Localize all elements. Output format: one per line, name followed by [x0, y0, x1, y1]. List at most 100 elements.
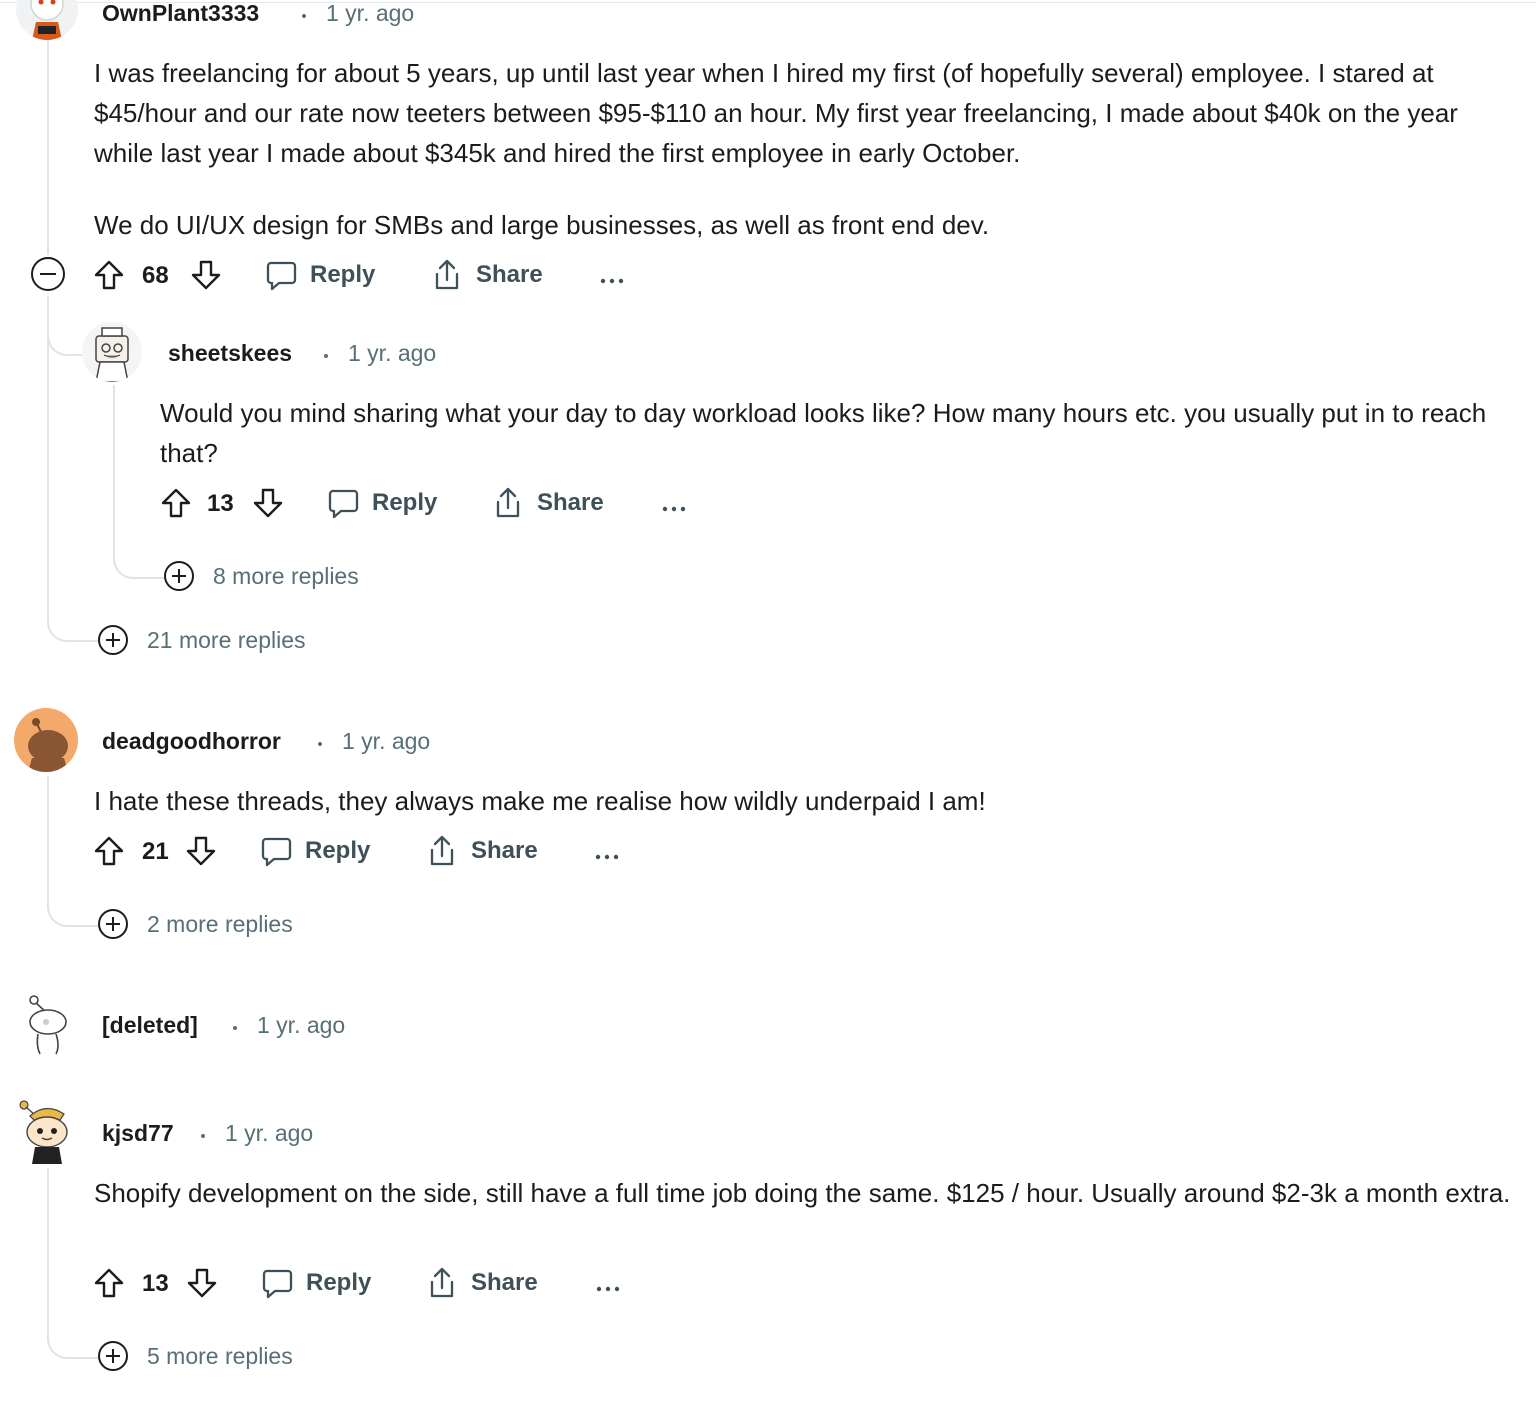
avatar[interactable] — [82, 322, 142, 382]
timestamp[interactable]: 1 yr. ago — [326, 0, 414, 27]
downvote-button[interactable] — [186, 1267, 218, 1299]
reply-label: Reply — [305, 837, 371, 864]
share-label: Share — [471, 1269, 538, 1296]
upvote-icon — [93, 1267, 125, 1299]
more-replies-button[interactable]: 2 more replies — [98, 909, 293, 939]
avatar[interactable] — [14, 708, 78, 772]
comment-paragraph: We do UI/UX design for SMBs and large bu… — [94, 210, 990, 240]
downvote-button[interactable] — [185, 835, 217, 867]
separator-dot — [324, 354, 328, 358]
vote-count: 68 — [142, 262, 169, 289]
ellipsis-icon — [596, 1285, 620, 1293]
comment-icon — [327, 487, 359, 519]
thread-line — [47, 40, 49, 255]
separator-dot — [318, 742, 322, 746]
comment-body: I was freelancing for about 5 years, up … — [94, 53, 1504, 245]
downvote-button[interactable] — [252, 487, 284, 519]
more-replies-label: 21 more replies — [147, 626, 306, 653]
upvote-button[interactable] — [93, 1267, 125, 1299]
ellipsis-icon — [662, 505, 686, 513]
reply-label: Reply — [310, 261, 376, 288]
separator-dot — [302, 14, 306, 18]
more-options-button[interactable] — [595, 848, 619, 866]
downvote-icon — [186, 1267, 218, 1299]
comment-paragraph: I was freelancing for about 5 years, up … — [94, 58, 1458, 168]
timestamp[interactable]: 1 yr. ago — [257, 1012, 345, 1039]
avatar[interactable] — [16, 0, 78, 40]
username[interactable]: kjsd77 — [102, 1120, 174, 1147]
thread-line — [113, 385, 115, 555]
ellipsis-icon — [600, 277, 624, 285]
username[interactable]: deadgoodhorror — [102, 728, 281, 755]
share-button[interactable]: Share — [492, 487, 604, 519]
reply-button[interactable]: Reply — [327, 487, 437, 519]
reply-label: Reply — [306, 1269, 372, 1296]
upvote-icon — [160, 487, 192, 519]
vote-count: 13 — [142, 1270, 169, 1297]
avatar — [16, 992, 78, 1056]
downvote-icon — [185, 835, 217, 867]
minus-icon — [40, 273, 56, 275]
reply-label: Reply — [372, 489, 438, 516]
more-replies-label: 8 more replies — [213, 562, 359, 589]
thread-elbow — [113, 537, 165, 579]
share-button[interactable]: Share — [426, 1267, 538, 1299]
separator-dot — [201, 1134, 205, 1138]
collapse-thread-button[interactable] — [31, 257, 65, 291]
upvote-icon — [93, 835, 125, 867]
thread-line — [47, 776, 49, 896]
more-replies-button[interactable]: 8 more replies — [164, 561, 359, 591]
share-label: Share — [471, 837, 538, 864]
plus-icon — [164, 561, 194, 591]
more-replies-button[interactable]: 5 more replies — [98, 1341, 293, 1371]
plus-icon — [98, 625, 128, 655]
vote-count: 13 — [207, 490, 234, 517]
more-options-button[interactable] — [662, 500, 686, 518]
share-button[interactable]: Share — [431, 259, 543, 291]
timestamp[interactable]: 1 yr. ago — [342, 728, 430, 755]
username[interactable]: sheetskees — [168, 340, 292, 367]
username[interactable]: OwnPlant3333 — [102, 0, 259, 27]
ellipsis-icon — [595, 853, 619, 861]
share-label: Share — [537, 489, 604, 516]
comment-body: I hate these threads, they always make m… — [94, 786, 986, 816]
reply-button[interactable]: Reply — [260, 835, 370, 867]
upvote-button[interactable] — [93, 835, 125, 867]
share-icon — [426, 835, 458, 867]
downvote-icon — [190, 259, 222, 291]
separator-dot — [233, 1026, 237, 1030]
username: [deleted] — [102, 1012, 198, 1038]
upvote-button[interactable] — [93, 259, 125, 291]
comment-icon — [260, 835, 292, 867]
share-icon — [492, 487, 524, 519]
avatar[interactable] — [16, 1098, 78, 1164]
vote-count: 21 — [142, 838, 169, 865]
downvote-button[interactable] — [190, 259, 222, 291]
thread-line — [47, 1168, 49, 1328]
more-options-button[interactable] — [596, 1280, 620, 1298]
upvote-button[interactable] — [160, 487, 192, 519]
downvote-icon — [252, 487, 284, 519]
share-icon — [426, 1267, 458, 1299]
share-button[interactable]: Share — [426, 835, 538, 867]
timestamp[interactable]: 1 yr. ago — [348, 340, 436, 367]
share-icon — [431, 259, 463, 291]
comment-body: Would you mind sharing what your day to … — [160, 398, 1487, 468]
plus-icon — [98, 909, 128, 939]
upvote-icon — [93, 259, 125, 291]
more-replies-button[interactable]: 21 more replies — [98, 625, 306, 655]
comment-icon — [265, 259, 297, 291]
more-replies-label: 2 more replies — [147, 910, 293, 937]
timestamp[interactable]: 1 yr. ago — [225, 1120, 313, 1147]
share-label: Share — [476, 261, 543, 288]
more-options-button[interactable] — [600, 272, 624, 290]
comment-icon — [261, 1267, 293, 1299]
reply-button[interactable]: Reply — [261, 1267, 371, 1299]
comment-body: Shopify development on the side, still h… — [94, 1178, 1511, 1208]
thread-elbow — [47, 600, 99, 642]
plus-icon — [98, 1341, 128, 1371]
more-replies-label: 5 more replies — [147, 1342, 293, 1369]
thread-elbow — [47, 1317, 99, 1359]
reply-button[interactable]: Reply — [265, 259, 375, 291]
thread-elbow — [47, 296, 85, 356]
